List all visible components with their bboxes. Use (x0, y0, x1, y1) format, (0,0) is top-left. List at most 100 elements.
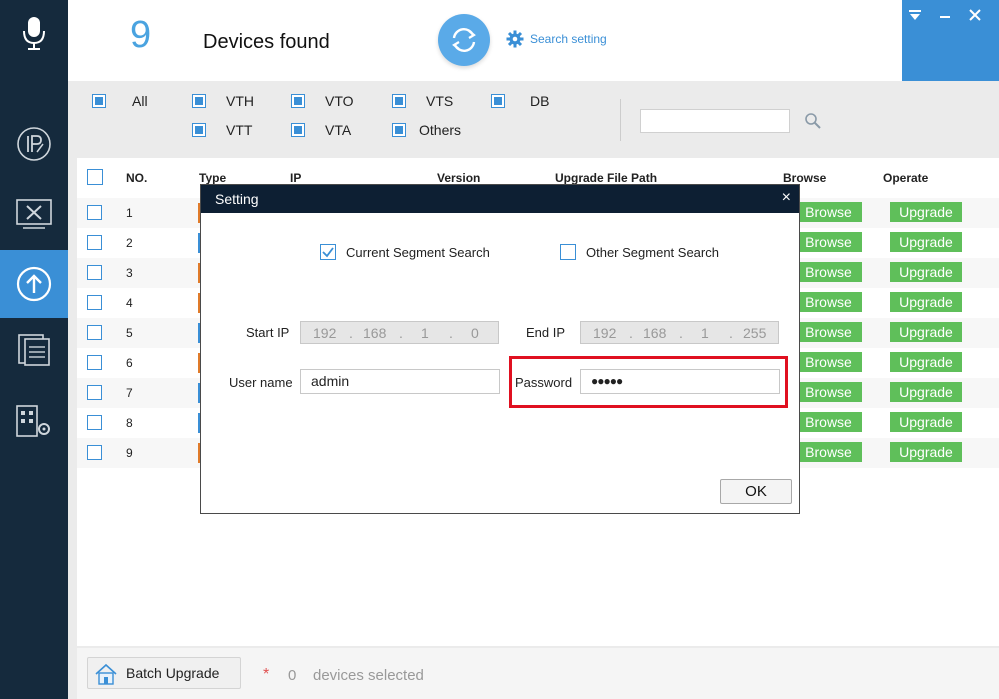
end-ip-field[interactable]: 192 . 168 . 1 . 255 (580, 321, 779, 344)
row-checkbox[interactable] (87, 415, 102, 430)
microphone-button[interactable] (0, 0, 68, 68)
device-type-filter: All VTH VTO VTS DB VTT VTA Others (77, 81, 999, 156)
start-ip-field[interactable]: 192 . 168 . 1 . 0 (300, 321, 499, 344)
upgrade-button[interactable]: Upgrade (890, 382, 962, 402)
required-star: * (263, 666, 270, 683)
search-setting-link[interactable]: Search setting (506, 30, 607, 48)
upgrade-button[interactable]: Upgrade (890, 322, 962, 342)
dialog-titlebar: Setting × (201, 185, 799, 213)
filter-vta-label: VTA (325, 122, 352, 138)
username-field[interactable]: admin (300, 369, 500, 394)
upgrade-button[interactable] (0, 250, 68, 318)
upgrade-button[interactable]: Upgrade (890, 292, 962, 312)
row-checkbox[interactable] (87, 295, 102, 310)
filter-vto-label: VTO (325, 93, 354, 109)
upgrade-button[interactable]: Upgrade (890, 262, 962, 282)
row-checkbox[interactable] (87, 355, 102, 370)
other-segment-checkbox[interactable] (560, 244, 576, 260)
tools-button[interactable] (0, 180, 68, 248)
row-checkbox[interactable] (87, 445, 102, 460)
end-ip-octet-2: 168 (643, 324, 667, 341)
browse-button[interactable]: Browse (795, 382, 862, 402)
row-checkbox[interactable] (87, 385, 102, 400)
checkmark-icon (322, 247, 334, 258)
browse-button[interactable]: Browse (795, 352, 862, 372)
end-ip-octet-1: 192 (593, 324, 617, 341)
microphone-icon (23, 17, 45, 50)
search-input[interactable] (640, 109, 790, 133)
filter-db-checkbox[interactable] (491, 94, 505, 108)
row-checkbox[interactable] (87, 265, 102, 280)
filter-vto-checkbox[interactable] (291, 94, 305, 108)
menu-down-icon[interactable] (908, 8, 922, 27)
filter-all-checkbox[interactable] (92, 94, 106, 108)
search-setting-label: Search setting (530, 32, 607, 46)
filter-divider (620, 99, 621, 141)
row-checkbox[interactable] (87, 325, 102, 340)
tools-icon (16, 199, 52, 229)
browse-button[interactable]: Browse (795, 202, 862, 222)
row-number: 2 (126, 236, 133, 250)
row-number: 7 (126, 386, 133, 400)
upgrade-button[interactable]: Upgrade (890, 412, 962, 432)
end-ip-octet-3: 1 (701, 324, 709, 341)
browse-button[interactable]: Browse (795, 412, 862, 432)
header-upgrade-path: Upgrade File Path (555, 171, 658, 185)
username-label: User name (229, 375, 293, 390)
footer: Batch Upgrade * 0 devices selected (77, 648, 999, 699)
start-ip-label: Start IP (246, 325, 290, 340)
refresh-button[interactable] (438, 14, 490, 66)
ip-config-button[interactable] (0, 110, 68, 178)
filter-vts-checkbox[interactable] (392, 94, 406, 108)
filter-vtt-checkbox[interactable] (192, 123, 206, 137)
row-number: 5 (126, 326, 133, 340)
search-icon[interactable] (804, 112, 822, 130)
current-segment-checkbox[interactable] (320, 244, 336, 260)
filter-others-checkbox[interactable] (392, 123, 406, 137)
setting-dialog: Setting × Current Segment Search Other S… (200, 184, 800, 514)
filter-vth-label: VTH (226, 93, 254, 109)
selected-label: devices selected (313, 667, 424, 684)
upgrade-button[interactable]: Upgrade (890, 202, 962, 222)
devices-found-label: Devices found (203, 31, 330, 53)
end-ip-label: End IP (526, 325, 566, 340)
filter-vta-checkbox[interactable] (291, 123, 305, 137)
document-list-button[interactable] (0, 316, 68, 384)
dialog-title: Setting (215, 191, 259, 207)
batch-upgrade-button[interactable]: Batch Upgrade (87, 657, 241, 689)
browse-button[interactable]: Browse (795, 322, 862, 342)
browse-button[interactable]: Browse (795, 292, 862, 312)
ok-button[interactable]: OK (720, 479, 792, 504)
browse-button[interactable]: Browse (795, 232, 862, 252)
header-browse: Browse (783, 171, 827, 185)
row-number: 8 (126, 416, 133, 430)
header-type: Type (199, 171, 227, 185)
filter-db-label: DB (530, 93, 550, 109)
filter-vth-checkbox[interactable] (192, 94, 206, 108)
filter-others-label: Others (419, 122, 462, 138)
close-icon[interactable] (968, 8, 982, 27)
password-field[interactable]: ●●●●● (580, 369, 780, 394)
building-settings-button[interactable] (0, 386, 68, 454)
row-checkbox[interactable] (87, 235, 102, 250)
row-checkbox[interactable] (87, 205, 102, 220)
browse-button[interactable]: Browse (795, 262, 862, 282)
password-label: Password (515, 375, 573, 390)
row-number: 9 (126, 446, 133, 460)
end-ip-octet-4: 255 (743, 324, 767, 341)
current-segment-label: Current Segment Search (346, 245, 490, 260)
dialog-close-icon[interactable]: × (782, 189, 791, 207)
start-ip-octet-3: 1 (421, 324, 429, 341)
minimize-icon[interactable] (938, 8, 952, 27)
sidebar (0, 0, 68, 699)
header-version: Version (437, 171, 481, 185)
row-number: 4 (126, 296, 133, 310)
browse-button[interactable]: Browse (795, 442, 862, 462)
building-settings-icon (16, 405, 50, 437)
upgrade-button[interactable]: Upgrade (890, 232, 962, 252)
upgrade-button[interactable]: Upgrade (890, 442, 962, 462)
row-number: 6 (126, 356, 133, 370)
upgrade-button[interactable]: Upgrade (890, 352, 962, 372)
select-all-checkbox[interactable] (87, 169, 103, 185)
selected-count: 0 (288, 667, 297, 684)
